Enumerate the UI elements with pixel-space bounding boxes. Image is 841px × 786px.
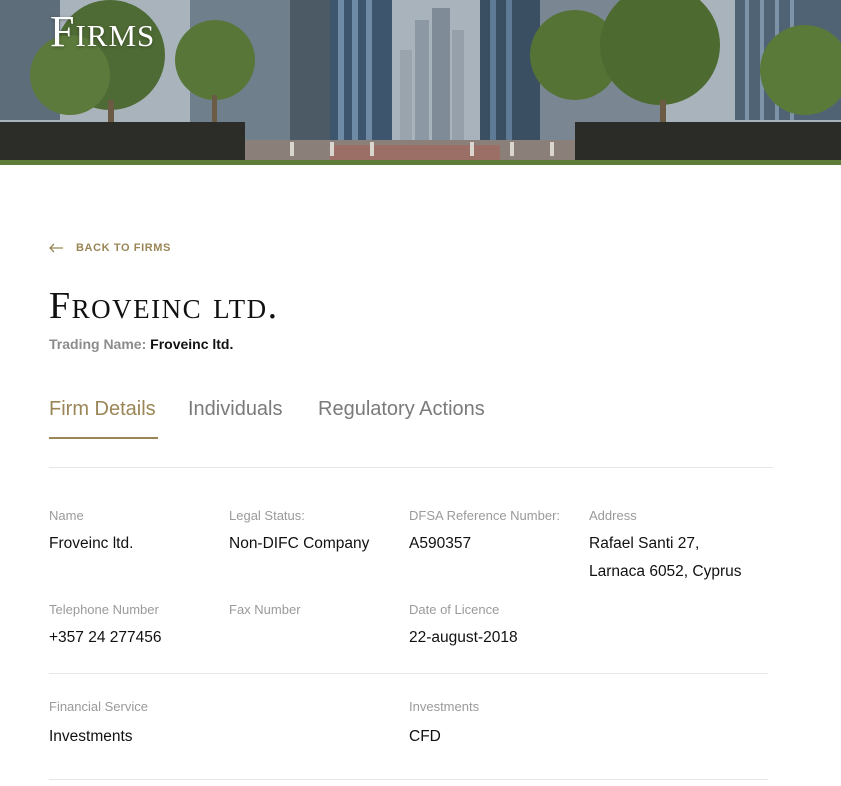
telephone-label: Telephone Number (49, 602, 159, 617)
arrow-left-icon (49, 243, 64, 253)
fax-label: Fax Number (229, 602, 301, 617)
financial-service-value: Investments (49, 728, 133, 745)
hero-banner: Firms (0, 0, 841, 165)
legal-status-value: Non-DIFC Company (229, 535, 370, 552)
active-tab-indicator (49, 437, 158, 439)
address-line-1: Rafael Santi 27, (589, 535, 700, 552)
financial-service-label: Financial Service (49, 699, 148, 714)
investments-label: Investments (409, 699, 480, 714)
trading-name: Trading Name: Froveinc ltd. (49, 336, 233, 352)
trading-name-label: Trading Name: (49, 336, 147, 352)
tab-firm-details[interactable]: Firm Details (49, 398, 156, 421)
back-to-firms-link[interactable]: BACK TO FIRMS (49, 242, 171, 254)
address-label: Address (589, 508, 637, 523)
tab-individuals[interactable]: Individuals (188, 398, 283, 421)
legal-status-label: Legal Status: (229, 508, 305, 523)
name-value: Froveinc ltd. (49, 535, 134, 552)
dfsa-reference-value: A590357 (409, 535, 472, 552)
telephone-value: +357 24 277456 (49, 629, 162, 646)
address-line-2: Larnaca 6052, Cyprus (589, 563, 742, 580)
section-divider-bottom (49, 779, 768, 780)
trading-name-value: Froveinc ltd. (150, 336, 234, 352)
back-link-label: BACK TO FIRMS (76, 242, 171, 254)
section-divider (49, 673, 768, 674)
licence-date-label: Date of Licence (409, 602, 500, 617)
page-title: Firms (50, 7, 156, 56)
licence-date-value: 22-august-2018 (409, 629, 518, 646)
tabs-divider (49, 467, 773, 468)
firm-name-heading: Froveinc ltd. (49, 285, 279, 327)
tab-regulatory-actions[interactable]: Regulatory Actions (318, 398, 485, 421)
name-label: Name (49, 508, 84, 523)
dfsa-reference-label: DFSA Reference Number: (409, 508, 561, 523)
investments-value: CFD (409, 728, 441, 745)
